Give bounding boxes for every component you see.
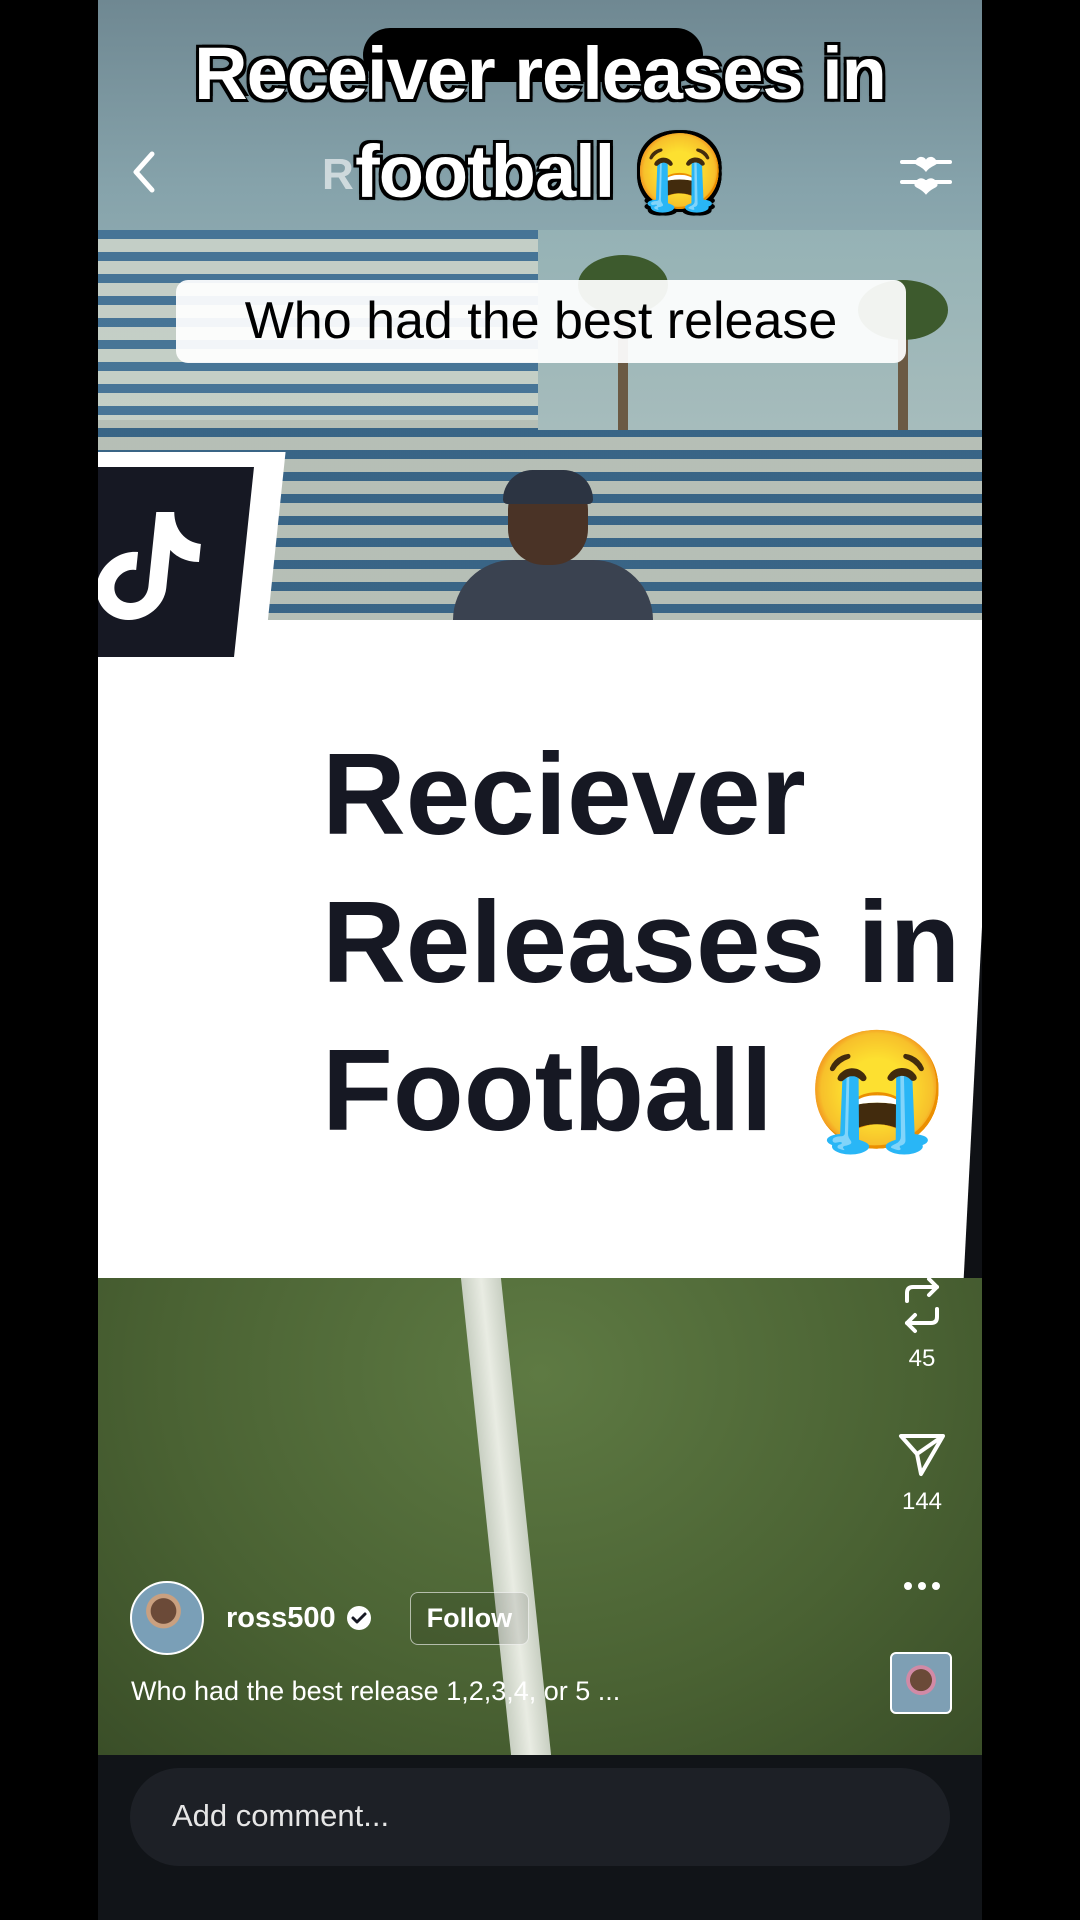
video-person <box>453 470 653 640</box>
title-card-line-1: Reciever <box>322 729 806 859</box>
creator-username[interactable]: ross500 <box>226 1602 336 1635</box>
share-button[interactable]: 144 <box>862 1430 982 1516</box>
share-count: 144 <box>901 1488 943 1515</box>
share-icon <box>899 1434 945 1476</box>
chevron-left-icon <box>133 151 155 193</box>
video-screen[interactable]: R Receiver releases in football 😭 Who ha… <box>98 0 982 1920</box>
video-description[interactable]: Who had the best release 1,2,3,4, or 5 .… <box>131 1676 620 1707</box>
title-card-line-3: Football 😭 <box>322 1025 950 1155</box>
creator-row: ross500 Follow <box>130 1581 530 1655</box>
title-card-line-2: Releases in <box>322 877 961 1007</box>
music-thumbnail[interactable] <box>890 1652 952 1714</box>
back-button[interactable] <box>120 148 168 196</box>
filter-button[interactable] <box>898 148 954 200</box>
repost-icon <box>905 1277 939 1333</box>
top-caption-line-1: Receiver releases in <box>194 32 887 115</box>
question-sticker: Who had the best release <box>176 280 906 363</box>
follow-button[interactable]: Follow <box>409 1591 530 1645</box>
title-card-text: Reciever Releases in Football 😭 <box>322 720 972 1164</box>
repost-button[interactable]: 45 <box>862 1275 982 1373</box>
creator-avatar[interactable] <box>130 1581 204 1655</box>
filter-heart-icon <box>900 156 952 195</box>
top-caption-line-2: football 😭 <box>355 130 726 213</box>
tiktok-logo-icon <box>98 467 254 657</box>
more-icon <box>904 1582 940 1590</box>
comment-placeholder: Add comment... <box>172 1798 390 1833</box>
tiktok-logo-badge <box>98 452 286 672</box>
more-button[interactable] <box>862 1580 982 1592</box>
repost-count: 45 <box>908 1345 936 1372</box>
verified-badge-icon <box>346 1606 371 1630</box>
